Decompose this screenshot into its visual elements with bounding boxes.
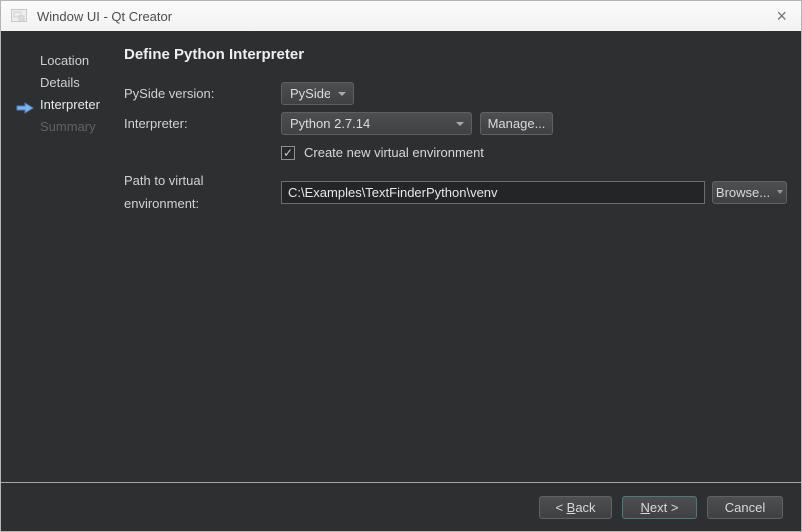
wizard-content: Location Details Interpreter Summary Def…	[1, 31, 801, 483]
venv-checkbox[interactable]: ✓	[281, 146, 295, 160]
step-location-label: Location	[40, 53, 89, 68]
chevron-down-icon	[777, 190, 783, 194]
venv-path-row: Path to virtual environment: Browse...	[124, 169, 787, 215]
close-icon[interactable]: ×	[772, 7, 791, 25]
pyside-version-row: PySide version: PySide 6	[124, 82, 354, 105]
interpreter-label: Interpreter:	[124, 112, 281, 135]
next-button[interactable]: Next >	[622, 496, 697, 519]
next-button-label: Next >	[641, 500, 679, 515]
venv-path-label: Path to virtual environment:	[124, 169, 281, 215]
step-details: Details	[1, 72, 124, 94]
cancel-button-label: Cancel	[725, 500, 765, 515]
title-bar: Window UI - Qt Creator ×	[1, 1, 801, 31]
checkmark-icon: ✓	[283, 147, 293, 159]
wizard-button-bar: < Back Next > Cancel	[1, 484, 801, 531]
step-interpreter-label: Interpreter	[40, 97, 100, 112]
current-step-arrow-icon	[16, 99, 34, 111]
pyside-version-label: PySide version:	[124, 82, 281, 105]
pyside-version-value: PySide 6	[290, 86, 330, 101]
interpreter-value: Python 2.7.14	[290, 116, 448, 131]
step-details-label: Details	[40, 75, 80, 90]
app-icon	[11, 9, 28, 23]
browse-button-label: Browse...	[716, 185, 770, 200]
chevron-down-icon	[338, 92, 346, 96]
page-title: Define Python Interpreter	[124, 46, 304, 63]
manage-button-label: Manage...	[488, 116, 546, 131]
step-summary: Summary	[1, 116, 124, 138]
manage-button[interactable]: Manage...	[480, 112, 553, 135]
step-interpreter: Interpreter	[1, 94, 124, 116]
venv-checkbox-row: ✓ Create new virtual environment	[281, 145, 484, 160]
interpreter-row: Interpreter: Python 2.7.14 Manage...	[124, 112, 553, 135]
window-title: Window UI - Qt Creator	[37, 9, 772, 24]
back-button[interactable]: < Back	[539, 496, 612, 519]
cancel-button[interactable]: Cancel	[707, 496, 783, 519]
step-location: Location	[1, 50, 124, 72]
wizard-window: Window UI - Qt Creator × Location Detail…	[0, 0, 802, 532]
venv-path-input[interactable]	[281, 181, 705, 204]
wizard-steps-sidebar: Location Details Interpreter Summary	[1, 50, 124, 138]
back-button-label: < Back	[555, 500, 595, 515]
interpreter-select[interactable]: Python 2.7.14	[281, 112, 472, 135]
interpreter-page: Define Python Interpreter PySide version…	[124, 31, 801, 482]
step-summary-label: Summary	[40, 119, 96, 134]
chevron-down-icon	[456, 122, 464, 126]
pyside-version-select[interactable]: PySide 6	[281, 82, 354, 105]
browse-button[interactable]: Browse...	[712, 181, 787, 204]
venv-checkbox-label[interactable]: Create new virtual environment	[304, 145, 484, 160]
